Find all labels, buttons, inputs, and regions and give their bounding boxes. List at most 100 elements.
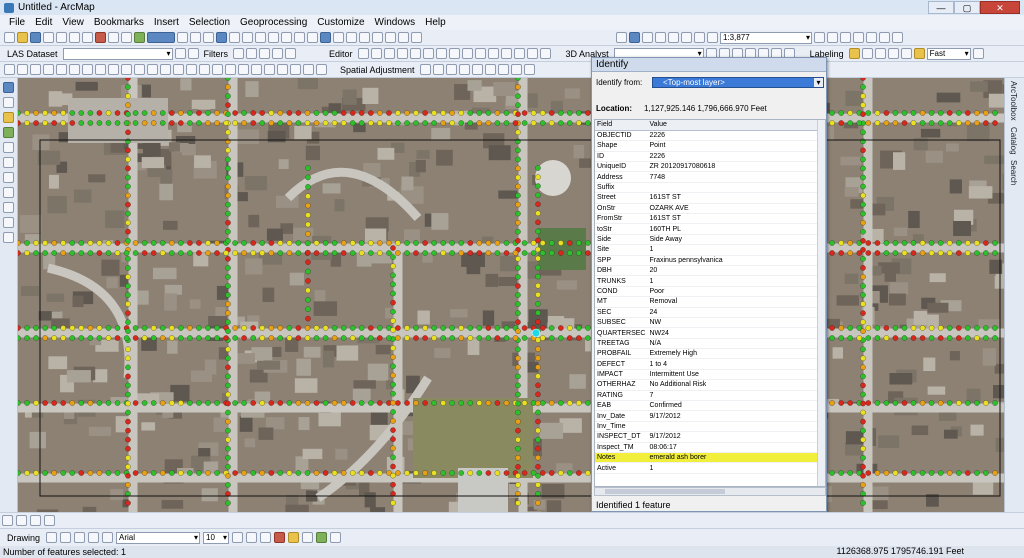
list-by-visibility-icon[interactable] — [3, 127, 14, 138]
layer-expand-5-icon[interactable] — [3, 232, 14, 243]
table-row[interactable]: Inspect_TM 08:06:17 — [595, 442, 819, 454]
value-column-header[interactable]: Value — [647, 120, 819, 131]
trace-icon[interactable] — [409, 48, 421, 59]
underline-icon[interactable] — [260, 532, 272, 543]
redo-icon[interactable] — [121, 32, 132, 43]
layer-expand-1-icon[interactable] — [3, 172, 14, 183]
select-elements-icon[interactable] — [307, 32, 318, 43]
table-row[interactable]: toStr 160TH PL — [595, 223, 819, 235]
menu-edit[interactable]: Edit — [30, 17, 57, 28]
table-row[interactable]: IMPACT Intermittent Use — [595, 369, 819, 381]
create-features-icon[interactable] — [487, 48, 499, 59]
table-row[interactable]: Active 1 — [595, 462, 819, 474]
table-row[interactable]: Inv_Time — [595, 421, 819, 433]
layer-expand-3-icon[interactable] — [3, 202, 14, 213]
menu-geoprocessing[interactable]: Geoprocessing — [235, 17, 312, 28]
menu-windows[interactable]: Windows — [370, 17, 421, 28]
table-row[interactable]: UniqueID ZR 20120917080618 — [595, 161, 819, 173]
font-dropdown[interactable]: Arial — [116, 531, 201, 544]
tool-u-icon[interactable] — [264, 64, 275, 75]
spatial-adjustment-button[interactable]: Spatial Adjustment — [337, 65, 418, 75]
close-button[interactable]: ✕ — [980, 1, 1020, 14]
table-row[interactable]: EAB Confirmed — [595, 400, 819, 412]
rotate-draw-icon[interactable] — [60, 532, 72, 543]
map-view[interactable] — [18, 78, 1004, 512]
data-view-icon[interactable] — [827, 32, 838, 43]
tool-n-icon[interactable] — [173, 64, 184, 75]
rectangle-icon[interactable] — [88, 532, 100, 543]
identify-title[interactable]: Identify — [592, 58, 826, 72]
tool-t-icon[interactable] — [251, 64, 262, 75]
table-row[interactable]: ID 2226 — [595, 151, 819, 163]
arctoolbox-icon[interactable] — [668, 32, 679, 43]
table-row[interactable]: OTHERHAZ No Additional Risk — [595, 379, 819, 391]
text-icon[interactable] — [102, 532, 114, 543]
tool-r-icon[interactable] — [225, 64, 236, 75]
delete-icon[interactable] — [95, 32, 106, 43]
table-row[interactable]: Notes emerald ash borer — [595, 452, 819, 464]
font-size-dropdown[interactable]: 10 — [203, 531, 230, 544]
tool-s-icon[interactable] — [238, 64, 249, 75]
3d-view-icon[interactable] — [285, 48, 297, 59]
editor-toolbar-icon[interactable] — [616, 32, 627, 43]
pan-icon[interactable] — [203, 32, 214, 43]
find-icon[interactable] — [359, 32, 370, 43]
identify-attribute-table[interactable]: Field Value OBJECTID 2226 Shape Point ID 2226… — [594, 119, 826, 487]
python-window-icon[interactable] — [681, 32, 692, 43]
menu-insert[interactable]: Insert — [149, 17, 184, 28]
lock-labels-icon[interactable] — [861, 48, 873, 59]
tool-a-icon[interactable] — [4, 64, 15, 75]
edge-match-icon[interactable] — [497, 64, 509, 75]
labeling-options-icon[interactable] — [972, 48, 984, 59]
menu-customize[interactable]: Customize — [312, 17, 369, 28]
map-scale-field[interactable]: 1:3,877 — [720, 31, 812, 44]
go-to-xy-icon[interactable] — [385, 32, 396, 43]
rotate-tool-icon[interactable] — [448, 48, 460, 59]
table-row[interactable]: OnStr OZARK AVE — [595, 203, 819, 215]
table-row[interactable]: FromStr 161ST ST — [595, 213, 819, 225]
list-by-drawing-icon[interactable] — [3, 97, 14, 108]
table-row[interactable]: Street 161ST ST — [595, 192, 819, 204]
table-row[interactable]: DEFECT 1 to 4 — [595, 358, 819, 370]
add-data-icon[interactable] — [134, 32, 145, 43]
tool-y-icon[interactable] — [316, 64, 327, 75]
model-builder-icon[interactable] — [879, 32, 890, 43]
add-point-icon[interactable] — [694, 32, 705, 43]
attributes-icon[interactable] — [461, 48, 473, 59]
tool-o-icon[interactable] — [186, 64, 197, 75]
table-row[interactable]: OBJECTID 2226 — [595, 130, 819, 142]
editor-extra-icon[interactable] — [539, 48, 551, 59]
edit-annotation-icon[interactable] — [370, 48, 382, 59]
catalog-tab[interactable]: Catalog — [1005, 124, 1018, 158]
tool-l-icon[interactable] — [147, 64, 158, 75]
table-of-contents-tab-icon[interactable] — [3, 82, 14, 93]
reshape-icon[interactable] — [513, 48, 525, 59]
tool-j-icon[interactable] — [121, 64, 132, 75]
tool-b-icon[interactable] — [17, 64, 28, 75]
tool-m-icon[interactable] — [160, 64, 171, 75]
measure-icon[interactable] — [346, 32, 357, 43]
adjust-select-icon[interactable] — [419, 64, 431, 75]
arctoolbox-tab[interactable]: ArcToolbox — [1005, 78, 1018, 124]
table-of-contents-icon[interactable] — [629, 32, 640, 43]
table-row[interactable]: DBH 20 — [595, 265, 819, 277]
tool-c-icon[interactable] — [30, 64, 41, 75]
field-column-header[interactable]: Field — [595, 120, 648, 131]
edit-vertices-icon[interactable] — [500, 48, 512, 59]
paste-icon[interactable] — [82, 32, 93, 43]
refresh-icon[interactable] — [840, 32, 851, 43]
print-icon[interactable] — [43, 32, 54, 43]
identify-horizontal-scrollbar[interactable] — [594, 487, 826, 496]
las-dataset-dropdown[interactable] — [62, 47, 173, 60]
select-features-icon[interactable] — [281, 32, 292, 43]
italic-icon[interactable] — [246, 532, 258, 543]
table-row[interactable]: Shape Point — [595, 140, 819, 152]
new-displacement-link-icon[interactable] — [432, 64, 444, 75]
table-row[interactable]: QUARTERSEC NW24 — [595, 327, 819, 339]
table-row[interactable]: SUBSEC NW — [595, 317, 819, 329]
identify-from-dropdown[interactable]: <Top-most layer> — [652, 77, 824, 88]
font-color-icon[interactable] — [274, 532, 286, 543]
line-color-icon[interactable] — [302, 532, 314, 543]
tool-i-icon[interactable] — [108, 64, 119, 75]
zoom-in-icon[interactable] — [177, 32, 188, 43]
